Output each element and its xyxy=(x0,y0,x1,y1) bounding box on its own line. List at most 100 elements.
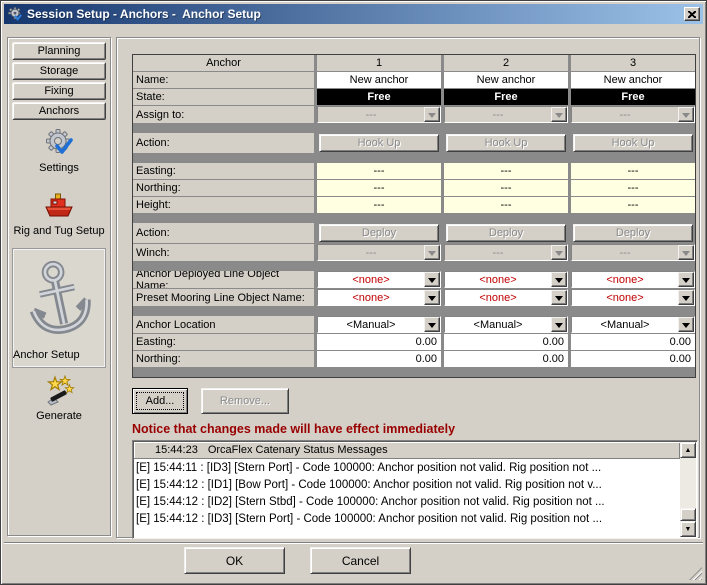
deploy-button-1[interactable]: Deploy xyxy=(319,224,439,242)
dropdown-button[interactable] xyxy=(551,107,567,122)
deploy-cell-2: Deploy xyxy=(444,223,568,243)
deployed-line-combo-1[interactable]: <none> xyxy=(317,271,441,288)
name-field-2[interactable]: New anchor xyxy=(444,72,568,88)
scroll-down-icon[interactable]: ▼ xyxy=(680,521,696,537)
resize-grip[interactable] xyxy=(689,567,702,580)
winch-cell-1: --- xyxy=(317,244,441,261)
row-label-preset-line: Preset Mooring Line Object Name: xyxy=(133,289,314,306)
deploy-button-3[interactable]: Deploy xyxy=(573,224,693,242)
down-triangle-icon xyxy=(555,113,563,122)
assign-to-combo-2[interactable]: --- xyxy=(444,106,568,123)
close-button[interactable] xyxy=(684,7,700,21)
magic-wand-stars-icon xyxy=(42,375,76,409)
sidebar-item-settings[interactable]: Settings xyxy=(8,127,110,174)
table-separator xyxy=(133,368,695,377)
anchor-location-combo-3[interactable]: <Manual> xyxy=(571,316,695,333)
add-remove-row: Add... Remove... xyxy=(132,388,696,414)
dropdown-button[interactable] xyxy=(678,317,694,332)
winch-combo-3[interactable]: --- xyxy=(571,244,695,261)
deployed-line-combo-2[interactable]: <none> xyxy=(444,271,568,288)
remove-button[interactable]: Remove... xyxy=(201,388,289,414)
northing-manual-field-1[interactable]: 0.00 xyxy=(317,351,441,367)
dropdown-button[interactable] xyxy=(551,245,567,260)
preset-line-combo-1[interactable]: <none> xyxy=(317,289,441,306)
sidebar-item-anchor-setup[interactable]: Anchor Setup xyxy=(12,248,106,368)
easting-free-2: --- xyxy=(444,163,568,179)
northing-manual-field-2[interactable]: 0.00 xyxy=(444,351,568,367)
down-triangle-icon xyxy=(682,113,690,122)
assign-to-combo-1[interactable]: --- xyxy=(317,106,441,123)
row-label-action-deploy: Action: xyxy=(133,223,314,243)
sidebar: Planning Storage Fixing Anchors xyxy=(7,37,111,536)
deployed-line-combo-3[interactable]: <none> xyxy=(571,271,695,288)
dropdown-button[interactable] xyxy=(424,245,440,260)
status-message[interactable]: [E] 15:44:12 : [ID3] [Stern Port] - Code… xyxy=(134,511,680,528)
deploy-cell-3: Deploy xyxy=(571,223,695,243)
northing-manual-field-3[interactable]: 0.00 xyxy=(571,351,695,367)
deployed-line-cell-3: <none> xyxy=(571,271,695,288)
anchor-location-cell-2: <Manual> xyxy=(444,316,568,333)
sidebar-item-rig-and-tug-setup[interactable]: Rig and Tug Setup xyxy=(8,190,110,237)
scroll-up-icon[interactable]: ▲ xyxy=(680,442,696,458)
easting-manual-field-2[interactable]: 0.00 xyxy=(444,334,568,350)
dropdown-button[interactable] xyxy=(551,317,567,332)
hook-up-button-3[interactable]: Hook Up xyxy=(573,134,693,152)
scrollbar-thumb[interactable] xyxy=(680,508,696,521)
winch-combo-2[interactable]: --- xyxy=(444,244,568,261)
dropdown-button[interactable] xyxy=(551,272,567,287)
vertical-scrollbar[interactable]: ▲ ▼ xyxy=(680,442,696,537)
dropdown-button[interactable] xyxy=(678,290,694,305)
cancel-button[interactable]: Cancel xyxy=(310,547,411,574)
dropdown-button[interactable] xyxy=(678,272,694,287)
deploy-button-2[interactable]: Deploy xyxy=(446,224,566,242)
anchor-location-combo-2[interactable]: <Manual> xyxy=(444,316,568,333)
down-triangle-icon xyxy=(555,323,563,332)
name-field-1[interactable]: New anchor xyxy=(317,72,441,88)
tugboat-icon xyxy=(42,190,76,224)
sidebar-tab-fixing[interactable]: Fixing xyxy=(12,82,106,100)
preset-line-cell-3: <none> xyxy=(571,289,695,306)
sidebar-item-generate[interactable]: Generate xyxy=(8,375,110,422)
winch-combo-1[interactable]: --- xyxy=(317,244,441,261)
table-separator xyxy=(133,262,695,270)
preset-line-cell-2: <none> xyxy=(444,289,568,306)
dropdown-button[interactable] xyxy=(551,290,567,305)
sidebar-tab-anchors[interactable]: Anchors xyxy=(12,102,106,120)
hook-up-button-1[interactable]: Hook Up xyxy=(319,134,439,152)
anchor-icon xyxy=(13,254,105,346)
status-header-title: OrcaFlex Catenary Status Messages xyxy=(208,444,388,456)
session-setup-dialog: Session Setup - Anchors - Anchor Setup P… xyxy=(0,0,707,585)
sidebar-tab-planning[interactable]: Planning xyxy=(12,42,106,60)
hook-up-button-2[interactable]: Hook Up xyxy=(446,134,566,152)
status-message[interactable]: [E] 15:44:11 : [ID3] [Stern Port] - Code… xyxy=(134,460,680,477)
down-triangle-icon xyxy=(428,278,436,287)
northing-free-1: --- xyxy=(317,180,441,196)
table-separator xyxy=(133,214,695,222)
easting-manual-field-3[interactable]: 0.00 xyxy=(571,334,695,350)
dropdown-button[interactable] xyxy=(678,245,694,260)
northing-free-2: --- xyxy=(444,180,568,196)
sidebar-item-label: Rig and Tug Setup xyxy=(13,225,104,237)
title-bar: Session Setup - Anchors - Anchor Setup xyxy=(4,4,703,24)
scrollbar-track[interactable] xyxy=(680,458,696,521)
dropdown-button[interactable] xyxy=(424,317,440,332)
down-triangle-icon xyxy=(555,296,563,305)
dropdown-button[interactable] xyxy=(424,107,440,122)
ok-button[interactable]: OK xyxy=(184,547,285,574)
status-message[interactable]: [E] 15:44:12 : [ID2] [Stern Stbd] - Code… xyxy=(134,494,680,511)
assign-to-combo-3[interactable]: --- xyxy=(571,106,695,123)
name-field-3[interactable]: New anchor xyxy=(571,72,695,88)
anchor-location-combo-1[interactable]: <Manual> xyxy=(317,316,441,333)
easting-free-1: --- xyxy=(317,163,441,179)
easting-free-3: --- xyxy=(571,163,695,179)
preset-line-combo-3[interactable]: <none> xyxy=(571,289,695,306)
preset-line-combo-2[interactable]: <none> xyxy=(444,289,568,306)
dropdown-button[interactable] xyxy=(678,107,694,122)
dropdown-button[interactable] xyxy=(424,290,440,305)
easting-manual-field-1[interactable]: 0.00 xyxy=(317,334,441,350)
sidebar-tab-storage[interactable]: Storage xyxy=(12,62,106,80)
dropdown-button[interactable] xyxy=(424,272,440,287)
status-message[interactable]: [E] 15:44:12 : [ID1] [Bow Port] - Code 1… xyxy=(134,477,680,494)
app-gear-icon xyxy=(8,7,22,21)
add-button[interactable]: Add... xyxy=(132,388,188,414)
